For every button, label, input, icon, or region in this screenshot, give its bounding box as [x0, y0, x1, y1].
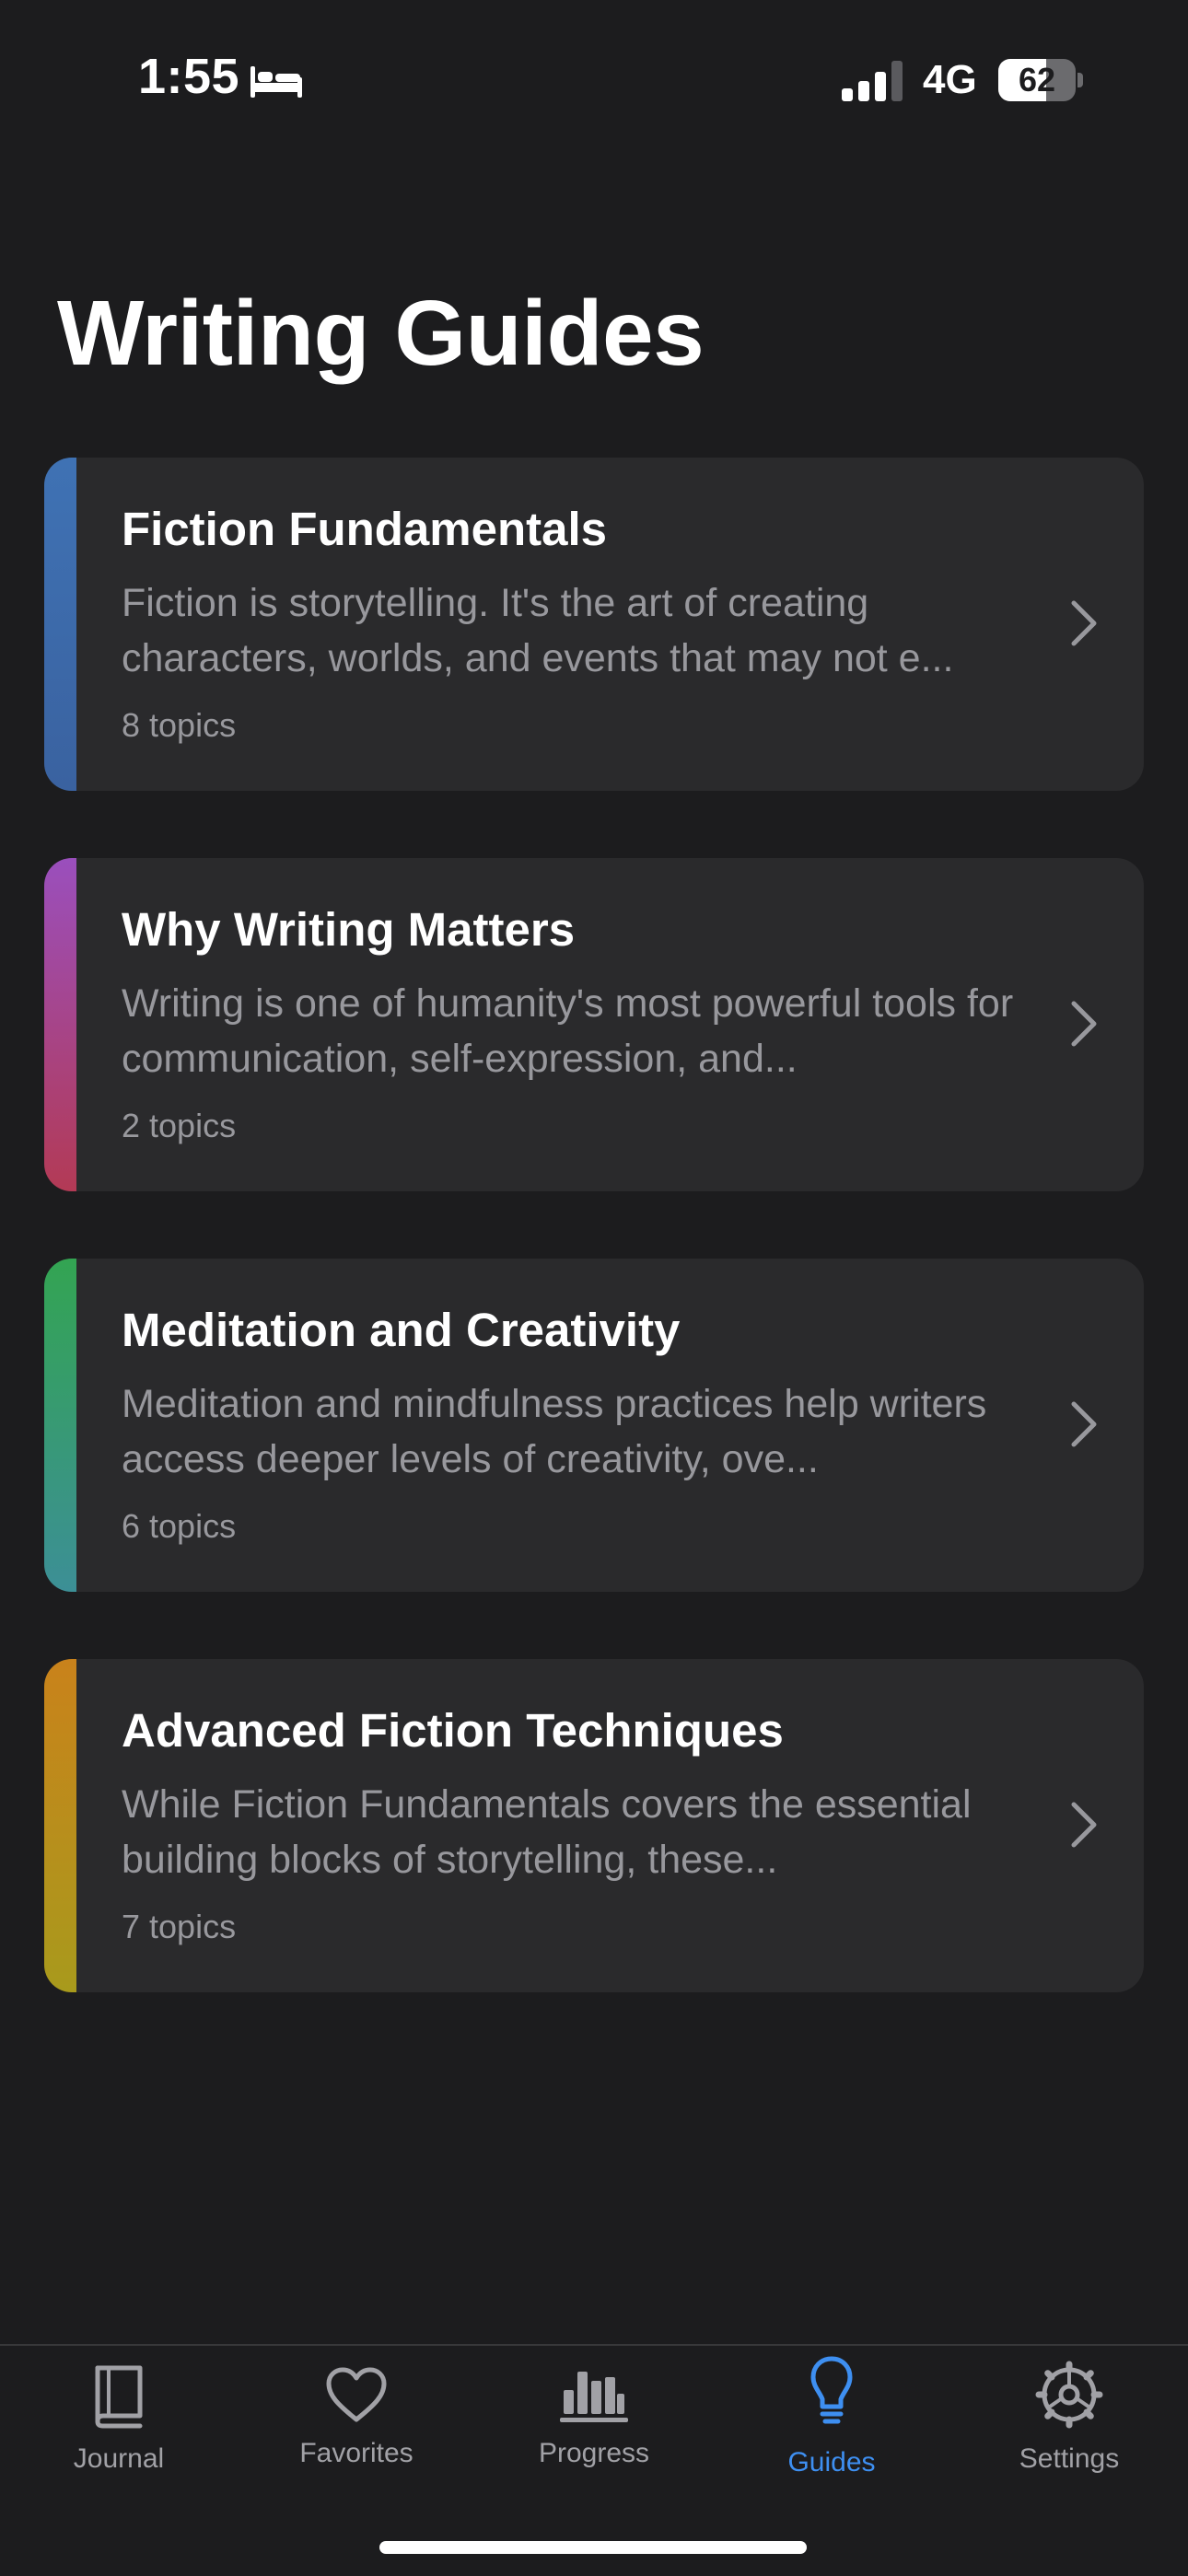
card-accent-bar — [44, 1659, 76, 1992]
battery-level: 62 — [1018, 61, 1056, 99]
heart-icon — [326, 2367, 387, 2422]
status-time: 1:55 — [138, 49, 240, 104]
chevron-right-icon — [1071, 1802, 1097, 1848]
bed-icon — [250, 66, 302, 98]
guides-list: Fiction Fundamentals Fiction is storytel… — [44, 458, 1144, 2060]
chevron-right-icon — [1071, 600, 1097, 646]
book-icon — [95, 2365, 143, 2429]
network-type: 4G — [923, 57, 977, 102]
chevron-right-icon — [1071, 1001, 1097, 1047]
guide-card-meditation-and-creativity[interactable]: Meditation and Creativity Meditation and… — [44, 1259, 1144, 1592]
guide-description: Meditation and mindfulness practices hel… — [122, 1382, 987, 1481]
home-indicator[interactable] — [379, 2541, 807, 2554]
status-bar: 1:55 4G 62 — [0, 0, 1188, 161]
guide-topic-count: 2 topics — [122, 1107, 237, 1144]
tab-label: Progress — [538, 2438, 650, 2468]
guide-topic-count: 7 topics — [122, 1908, 237, 1945]
tab-label: Settings — [1019, 2443, 1120, 2474]
guide-description: While Fiction Fundamentals covers the es… — [122, 1782, 972, 1882]
battery-icon: 62 — [998, 59, 1083, 101]
signal-icon — [842, 61, 903, 101]
guide-description: Fiction is storytelling. It's the art of… — [122, 581, 954, 680]
card-accent-bar — [44, 458, 76, 791]
guide-topic-count: 8 topics — [122, 706, 237, 744]
guide-title: Meditation and Creativity — [122, 1304, 681, 1356]
lightbulb-icon — [810, 2356, 853, 2424]
tab-favorites[interactable]: Favorites — [238, 2346, 475, 2502]
gear-icon — [1035, 2361, 1103, 2429]
guide-title: Why Writing Matters — [122, 903, 576, 956]
tab-label: Favorites — [299, 2438, 413, 2468]
guide-title: Advanced Fiction Techniques — [122, 1704, 784, 1757]
guide-card-advanced-fiction-techniques[interactable]: Advanced Fiction Techniques While Fictio… — [44, 1659, 1144, 1992]
guide-title: Fiction Fundamentals — [122, 503, 608, 555]
card-accent-bar — [44, 1259, 76, 1592]
page-title: Writing Guides — [57, 282, 705, 385]
chart-icon — [560, 2372, 628, 2422]
tab-progress[interactable]: Progress — [475, 2346, 713, 2502]
card-accent-bar — [44, 858, 76, 1191]
guide-card-fiction-fundamentals[interactable]: Fiction Fundamentals Fiction is storytel… — [44, 458, 1144, 791]
tab-journal[interactable]: Journal — [0, 2346, 238, 2502]
tab-label: Journal — [73, 2443, 165, 2474]
guide-topic-count: 6 topics — [122, 1507, 237, 1545]
guide-card-why-writing-matters[interactable]: Why Writing Matters Writing is one of hu… — [44, 858, 1144, 1191]
tab-guides[interactable]: Guides — [713, 2346, 950, 2502]
tab-label: Guides — [787, 2447, 876, 2477]
tab-settings[interactable]: Settings — [950, 2346, 1188, 2502]
guide-description: Writing is one of humanity's most powerf… — [122, 981, 1014, 1081]
chevron-right-icon — [1071, 1401, 1097, 1447]
